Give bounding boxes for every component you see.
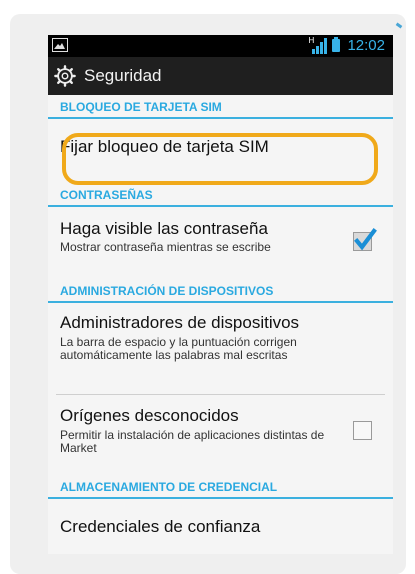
status-right-group: H 12:02 xyxy=(308,35,385,55)
section-header-credential-storage: ALMACENAMIENTO DE CREDENCIAL xyxy=(48,475,393,499)
settings-item-title: Haga visible las contraseña xyxy=(60,219,268,238)
page-title: Seguridad xyxy=(84,66,162,85)
corner-accent xyxy=(395,22,403,29)
action-bar: Seguridad xyxy=(48,57,393,95)
settings-item-subtitle: Mostrar contraseña mientras se escribe xyxy=(60,240,271,254)
visible-passwords-checkbox[interactable] xyxy=(353,228,377,251)
settings-item-visible-passwords[interactable]: Haga visible las contraseña Mostrar cont… xyxy=(48,209,393,275)
image-notification-icon xyxy=(52,38,68,52)
settings-item-unknown-sources[interactable]: Orígenes desconocidos Permitir la instal… xyxy=(48,395,393,463)
unknown-sources-checkbox[interactable] xyxy=(353,421,372,440)
network-type-label: H xyxy=(308,35,315,45)
settings-item-subtitle: Permitir la instalación de aplicaciones … xyxy=(60,428,325,455)
highlight-annotation xyxy=(62,133,378,185)
settings-item-device-admins[interactable]: Administradores de dispositivos La barra… xyxy=(48,305,393,393)
battery-icon xyxy=(332,37,341,52)
settings-item-subtitle: La barra de espacio y la puntuación corr… xyxy=(60,335,297,362)
gear-icon xyxy=(54,65,76,87)
checkmark-icon xyxy=(354,228,377,251)
settings-item-title: Administradores de dispositivos xyxy=(60,313,300,332)
section-header-passwords: CONTRASEÑAS xyxy=(48,183,393,207)
settings-item-trusted-credentials[interactable]: Credenciales de confianza xyxy=(48,501,393,554)
status-bar: H 12:02 xyxy=(48,35,393,57)
settings-item-title: Orígenes desconocidos xyxy=(60,406,239,425)
section-header-sim-lock: BLOQUEO DE TARJETA SIM xyxy=(48,95,393,119)
signal-icon: H xyxy=(308,35,328,54)
status-clock: 12:02 xyxy=(347,37,385,54)
phone-screen: H 12:02 Seguridad BLOQUEO DE TARJETA SIM… xyxy=(48,35,393,554)
section-header-device-admin: ADMINISTRACIÓN DE DISPOSITIVOS xyxy=(48,279,393,303)
settings-item-title: Credenciales de confianza xyxy=(60,517,261,536)
